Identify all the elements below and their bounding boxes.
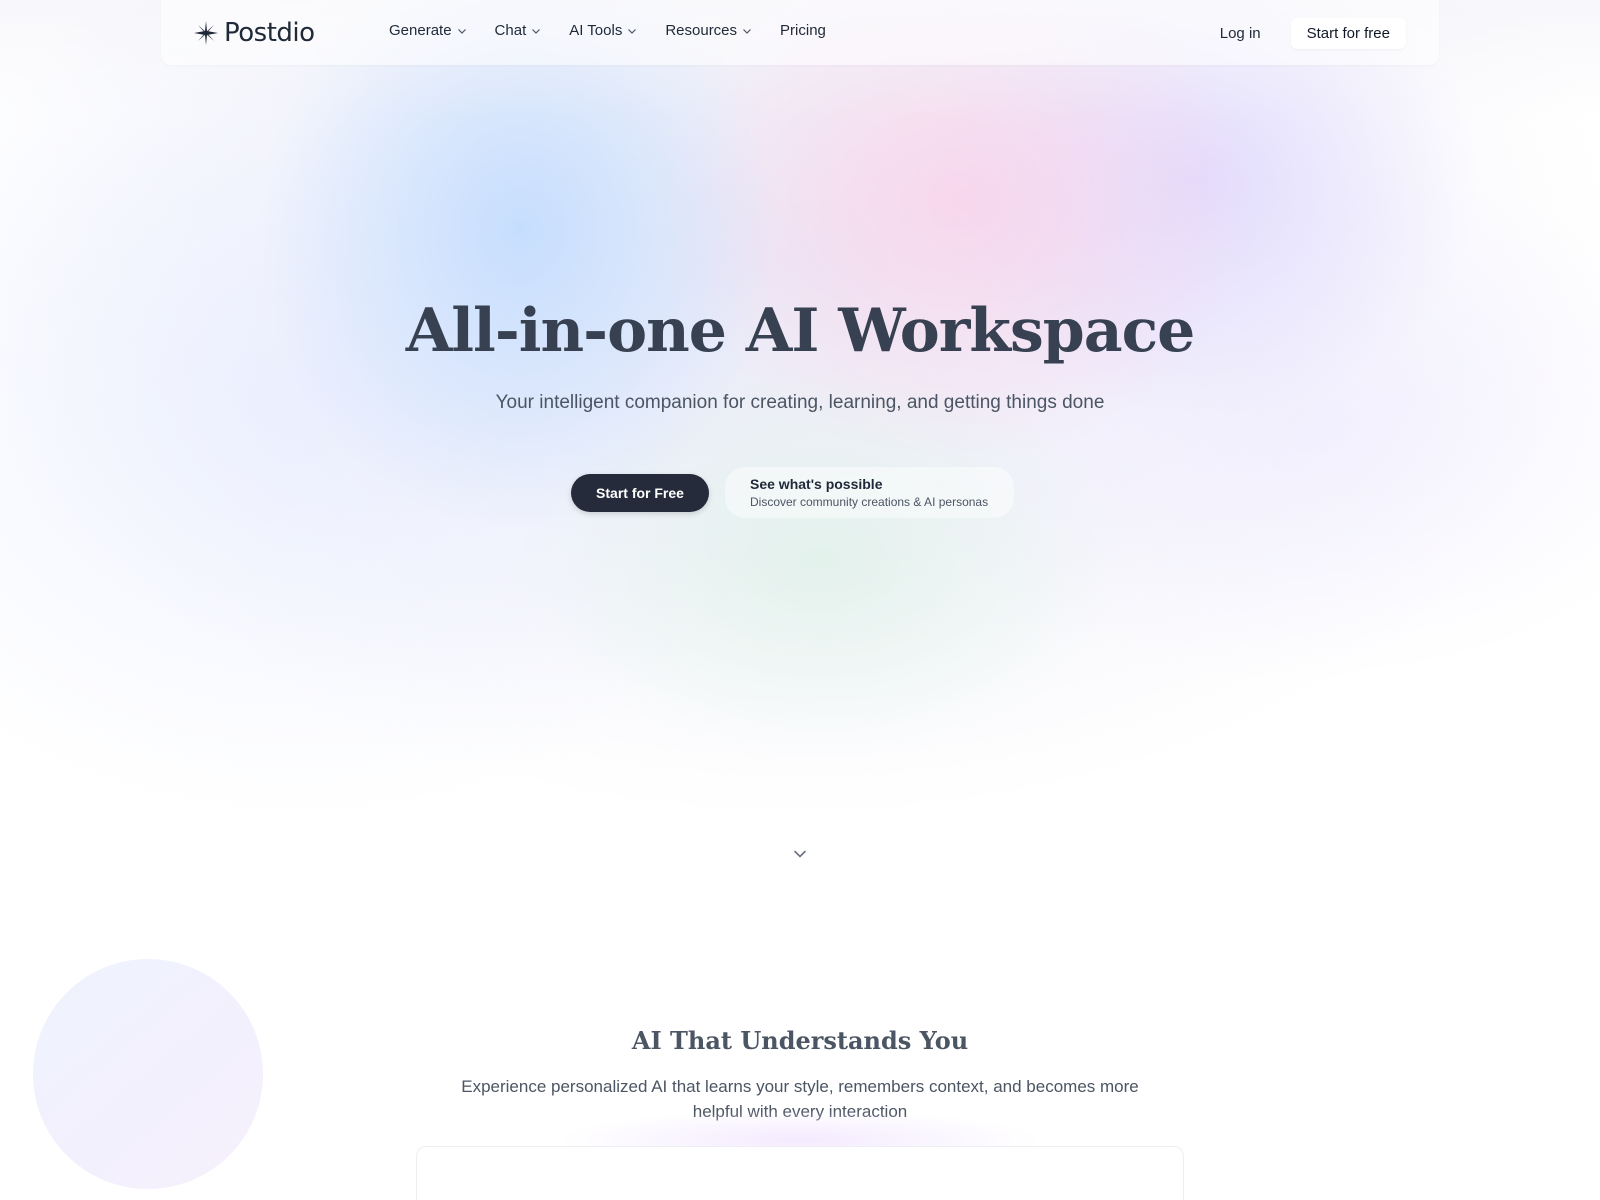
chevron-down-icon[interactable] xyxy=(792,846,808,862)
nav-item-label: AI Tools xyxy=(569,22,623,39)
feature-preview-card xyxy=(416,1146,1184,1200)
top-navigation: Postdio Generate Chat AI Tools Resources… xyxy=(161,0,1439,65)
sparkle-star-icon xyxy=(194,21,218,45)
brand-name: Postdio xyxy=(224,18,315,48)
chevron-down-icon xyxy=(457,28,466,34)
nav-item-chat[interactable]: Chat xyxy=(495,22,542,39)
see-whats-possible-button[interactable]: See what's possible Discover community c… xyxy=(725,467,1015,518)
decorative-circle xyxy=(33,959,263,1189)
see-whats-possible-description: Discover community creations & AI person… xyxy=(750,495,989,509)
start-for-free-label: Start for Free xyxy=(596,484,684,501)
nav-item-generate[interactable]: Generate xyxy=(389,22,467,39)
hero-title: All-in-one AI Workspace xyxy=(405,296,1196,366)
hero-actions: Start for Free See what's possible Disco… xyxy=(571,467,1015,518)
landing-page: Postdio Generate Chat AI Tools Resources… xyxy=(0,0,1600,1200)
nav-item-ai-tools[interactable]: AI Tools xyxy=(569,22,637,39)
main-menu: Generate Chat AI Tools Resources Pricing xyxy=(389,22,854,39)
nav-item-resources[interactable]: Resources xyxy=(665,22,752,39)
see-whats-possible-title: See what's possible xyxy=(750,476,883,492)
brand-logo[interactable]: Postdio xyxy=(194,18,315,48)
hero-subtitle: Your intelligent companion for creating,… xyxy=(495,392,1105,413)
start-for-free-nav-button[interactable]: Start for free xyxy=(1290,18,1406,49)
login-link[interactable]: Log in xyxy=(1220,25,1261,42)
hero-background-glow xyxy=(0,0,1600,900)
chevron-down-icon xyxy=(628,28,637,34)
nav-item-label: Chat xyxy=(494,22,527,39)
nav-actions: Log in Start for free xyxy=(1220,18,1406,49)
chevron-down-icon xyxy=(532,28,541,34)
nav-item-label: Generate xyxy=(389,22,452,39)
chevron-down-icon xyxy=(743,28,751,34)
nav-item-label: Resources xyxy=(665,22,738,39)
nav-item-pricing[interactable]: Pricing xyxy=(780,22,826,39)
start-for-free-button[interactable]: Start for Free xyxy=(571,473,709,512)
nav-item-label: Pricing xyxy=(780,22,826,39)
section-title: AI That Understands You xyxy=(631,1026,969,1055)
